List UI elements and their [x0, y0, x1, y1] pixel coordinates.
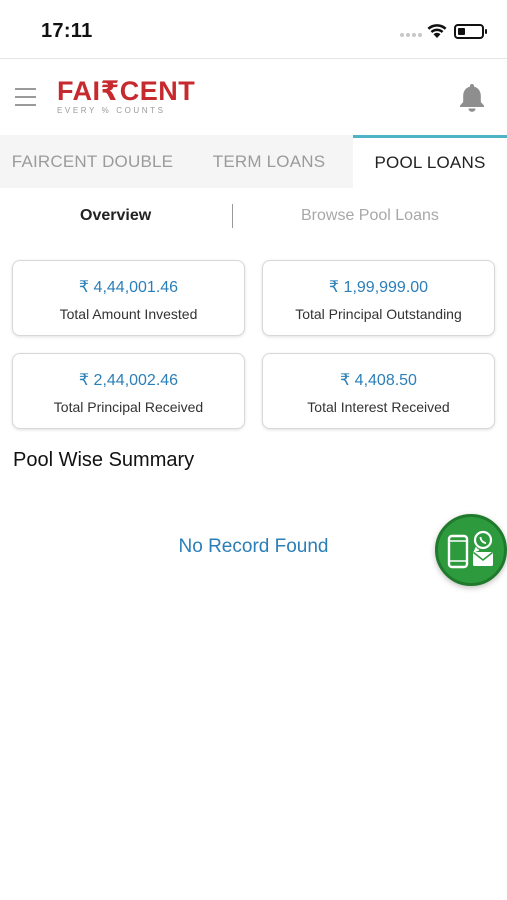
tab-faircent-double[interactable]: FAIRCENT DOUBLE	[0, 135, 185, 188]
card-total-interest-received: ₹ 4,408.50 Total Interest Received	[262, 353, 495, 429]
bell-icon[interactable]	[456, 81, 488, 113]
card-amount: ₹ 2,44,002.46	[78, 372, 179, 389]
card-amount: ₹ 4,408.50	[340, 372, 417, 389]
whatsapp-mail-icon	[447, 530, 493, 569]
subtab-overview[interactable]: Overview	[80, 196, 151, 236]
card-total-principal-outstanding: ₹ 1,99,999.00 Total Principal Outstandin…	[262, 260, 495, 336]
tab-pool-loans[interactable]: POOL LOANS	[353, 135, 507, 188]
card-amount: ₹ 4,44,001.46	[78, 279, 179, 296]
card-label: Total Principal Received	[53, 399, 204, 415]
faircent-logo: FAI₹CENT EVERY % COUNTS	[57, 76, 196, 116]
cellular-signal-icon	[400, 33, 422, 37]
card-label: Total Amount Invested	[59, 306, 198, 322]
card-total-amount-invested: ₹ 4,44,001.46 Total Amount Invested	[12, 260, 245, 336]
card-amount: ₹ 1,99,999.00	[328, 279, 429, 296]
wifi-icon	[427, 24, 447, 38]
card-label: Total Interest Received	[307, 399, 450, 415]
card-label: Total Principal Outstanding	[295, 306, 462, 322]
battery-icon	[454, 24, 487, 39]
logo-wordmark: FAI₹CENT	[57, 76, 196, 106]
status-bar: 17:11	[0, 0, 507, 58]
card-total-principal-received: ₹ 2,44,002.46 Total Principal Received	[12, 353, 245, 429]
no-record-message: No Record Found	[178, 536, 329, 557]
pool-wise-summary-title: Pool Wise Summary	[13, 449, 195, 471]
contact-fab-button[interactable]	[435, 514, 507, 586]
subtab-browse-pool-loans[interactable]: Browse Pool Loans	[301, 196, 439, 236]
pool-subtabs: Overview Browse Pool Loans	[0, 196, 507, 236]
logo-tagline: EVERY % COUNTS	[57, 106, 166, 115]
app-header: FAI₹CENT EVERY % COUNTS	[0, 58, 507, 135]
loan-type-tabs: FAIRCENT DOUBLE TERM LOANS POOL LOANS	[0, 135, 507, 188]
tab-term-loans[interactable]: TERM LOANS	[185, 135, 353, 188]
subtab-divider	[232, 204, 233, 228]
status-time: 17:11	[41, 20, 93, 42]
hamburger-icon[interactable]	[15, 88, 36, 106]
